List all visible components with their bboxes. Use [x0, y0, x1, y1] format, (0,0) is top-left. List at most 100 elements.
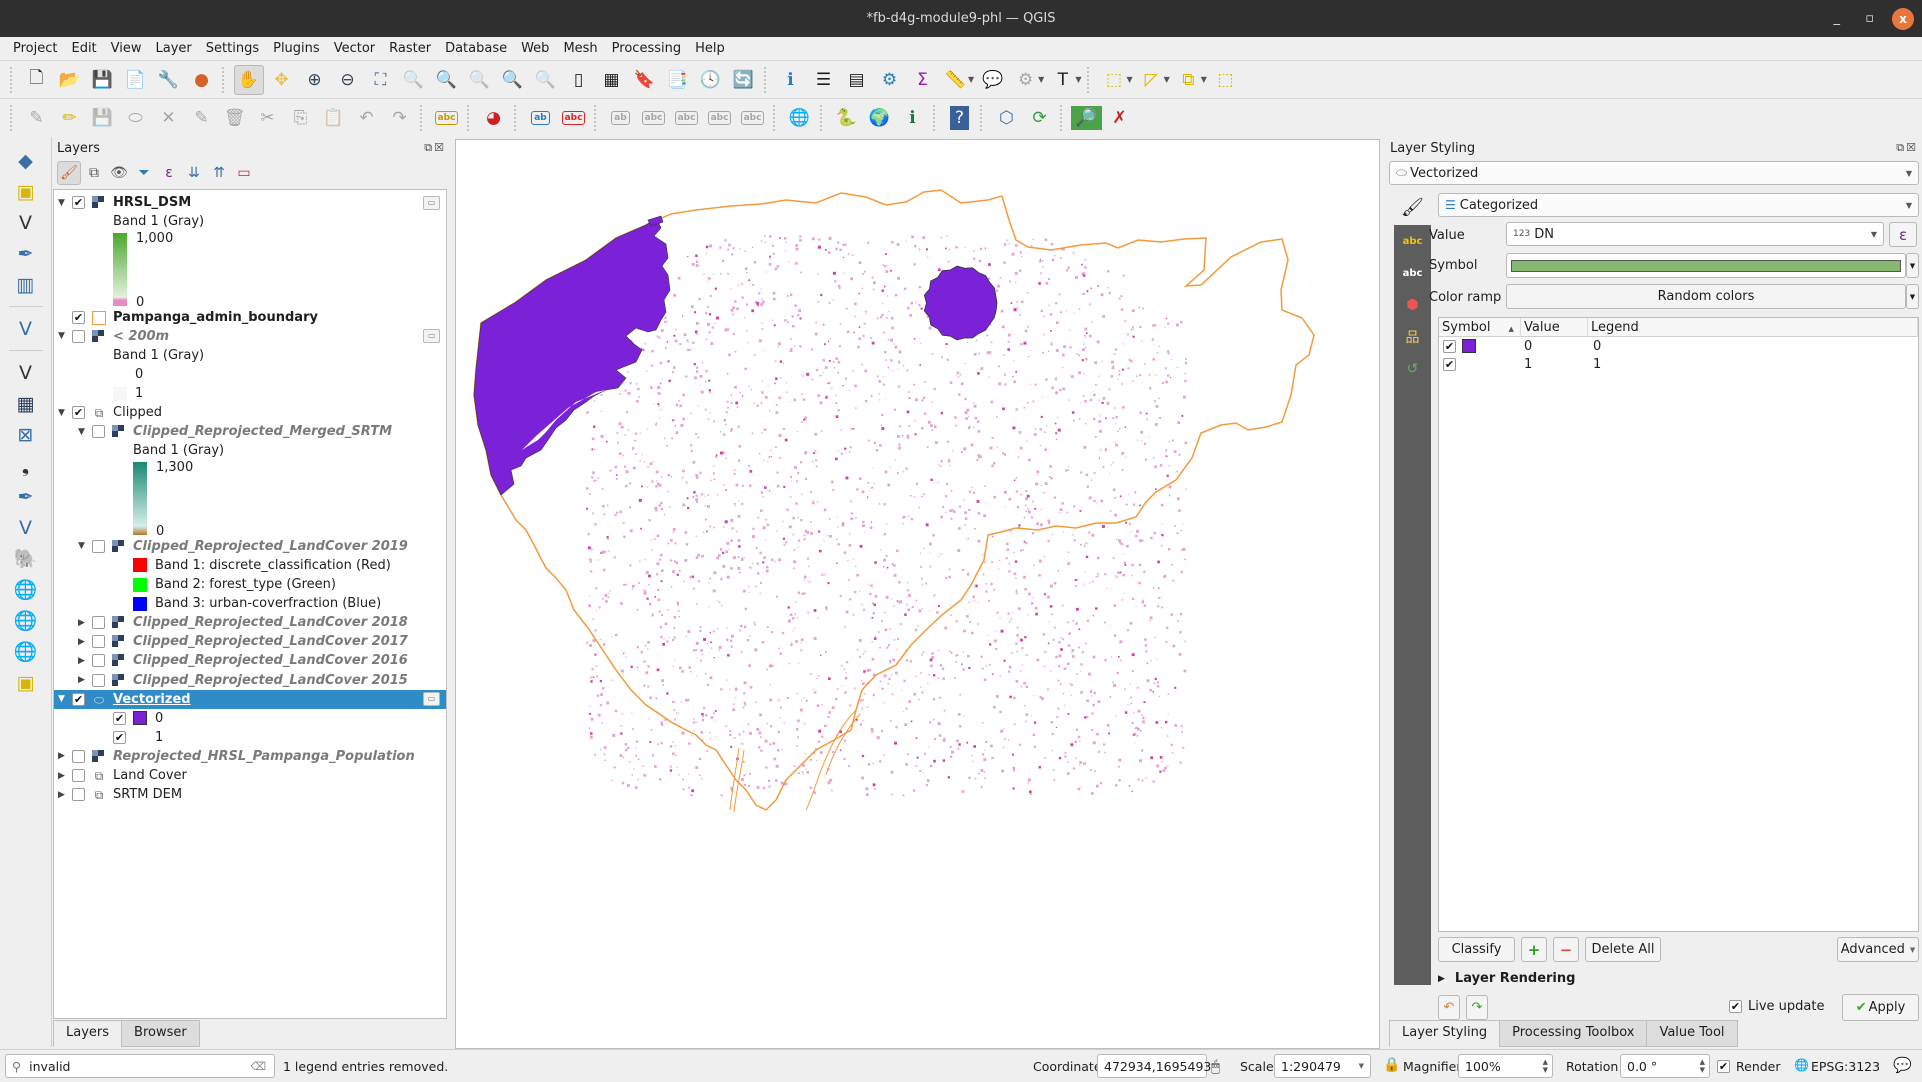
layer-name[interactable]: Clipped_Reprojected_LandCover 2017 [133, 634, 408, 649]
remove-category-button[interactable]: − [1553, 937, 1579, 962]
layer-visibility-checkbox[interactable] [92, 616, 105, 629]
category-row[interactable]: ✔00 [1439, 337, 1918, 355]
layer-name[interactable]: Vectorized [113, 692, 191, 707]
3d-view-tab-icon[interactable]: ⬢ [1394, 289, 1431, 321]
pan-to-selection-button[interactable]: ✥ [267, 65, 297, 95]
remove-layer-button[interactable]: ▭ [232, 161, 256, 185]
filter-legend-button[interactable]: ⏷ [132, 161, 156, 185]
select-by-expression-button[interactable]: ◸ [1136, 65, 1166, 95]
open-attribute-table-button[interactable]: ☰ [809, 65, 839, 95]
layer-name[interactable]: Pampanga_admin_boundary [113, 310, 318, 325]
layer-visibility-checkbox[interactable] [72, 330, 85, 343]
add-spatialite-button[interactable]: ✒ [9, 482, 43, 512]
statistical-summary-button[interactable]: ▤ [842, 65, 872, 95]
layer-visibility-checkbox[interactable] [92, 425, 105, 438]
run-feature-action-button[interactable]: ⚙ [1011, 65, 1041, 95]
collapse-arrow-icon[interactable]: ▼ [78, 541, 85, 551]
map-tips-button[interactable]: 💬 [978, 65, 1008, 95]
toggle-extents-icon[interactable]: 🖱 [1211, 1057, 1220, 1075]
add-xyz-button[interactable]: ▣ [9, 668, 43, 698]
tree-row-catrow[interactable]: ✔0 [54, 709, 446, 728]
add-wms-button[interactable]: 🌐 [9, 575, 43, 605]
collapse-arrow-icon[interactable]: ▼ [58, 198, 65, 208]
tree-row-layer[interactable]: ▼Clipped_Reprojected_Merged_SRTM [54, 422, 446, 441]
layer-name[interactable]: Clipped [113, 405, 162, 420]
menu-view[interactable]: View [104, 41, 149, 56]
toolbox-button[interactable]: ⚙ [875, 65, 905, 95]
zoom-next-button[interactable]: 🔍 [531, 65, 561, 95]
select-features-button[interactable]: ⬚ [1099, 65, 1129, 95]
tree-row-layer[interactable]: ▶Reprojected_HRSL_Pampanga_Population [54, 747, 446, 766]
add-delimited-text-button[interactable]: ❟ [9, 451, 43, 481]
menu-edit[interactable]: Edit [64, 41, 103, 56]
layer-name[interactable]: Land Cover [113, 768, 187, 783]
spinner-icon[interactable]: ▲▼ [1700, 1058, 1705, 1074]
expand-arrow-icon[interactable]: ▶ [78, 675, 85, 685]
category-visibility-checkbox[interactable]: ✔ [113, 712, 126, 725]
python-console-button[interactable]: 🐍 [832, 103, 862, 133]
new-virtual-vector-button[interactable]: V [9, 314, 43, 344]
dropdown-arrow-icon[interactable]: ▼ [968, 75, 974, 84]
color-ramp-button[interactable]: Random colors [1506, 284, 1906, 309]
deselect-features-button[interactable]: ⧉ [1173, 65, 1203, 95]
clear-icon[interactable]: ⌫ [250, 1060, 266, 1073]
rotate-label-button[interactable]: abc [672, 103, 702, 133]
pin-labels-button[interactable]: ab [526, 103, 556, 133]
new-project-button[interactable]: 🗋 [22, 65, 52, 95]
globe-button[interactable]: 🌍 [865, 103, 895, 133]
expand-arrow-icon[interactable]: ▶ [58, 771, 65, 781]
dropdown-arrow-icon[interactable]: ▼ [1201, 75, 1207, 84]
embedded-widget-icon[interactable]: ▭ [423, 196, 440, 210]
refresh-table-button[interactable]: ⟳ [1025, 103, 1055, 133]
advanced-button[interactable]: Advanced▼ [1837, 937, 1919, 962]
add-wfs-button[interactable]: 🌐 [9, 637, 43, 667]
tab-value-tool[interactable]: Value Tool [1646, 1020, 1737, 1047]
zoom-native-button[interactable]: 🔍 [465, 65, 495, 95]
value-field-select[interactable]: 123 DN ▼ [1506, 222, 1884, 246]
add-group-button[interactable]: ⧉ [82, 161, 106, 185]
minimize-button[interactable]: _ [1834, 0, 1841, 37]
toolbar-handle[interactable] [10, 105, 16, 131]
georeferencer-button[interactable]: ✗ [1105, 103, 1135, 133]
add-postgis-button[interactable]: 🐘 [9, 544, 43, 574]
tree-row-layer[interactable]: ▶Clipped_Reprojected_LandCover 2015 [54, 671, 446, 690]
zoom-in-button[interactable]: ⊕ [300, 65, 330, 95]
render-checkbox[interactable]: ✔ [1717, 1060, 1730, 1073]
tree-row-layer[interactable]: ▼✔⬭Vectorized▭ [54, 690, 446, 709]
panel-float-close-icon[interactable]: ⧉☒ [1896, 141, 1918, 155]
coordinate-input[interactable]: 472934,1695493 [1097, 1054, 1207, 1078]
expand-arrow-icon[interactable]: ▶ [78, 637, 85, 647]
paste-features-button[interactable]: 📋 [319, 103, 349, 133]
categories-table[interactable]: Symbol▲ValueLegend✔00✔11 [1438, 317, 1919, 932]
zoom-full-button[interactable]: ⛶ [366, 65, 396, 95]
zoom-last-button[interactable]: 🔍 [498, 65, 528, 95]
dropdown-arrow-icon[interactable]: ▼ [1164, 75, 1170, 84]
layer-visibility-checkbox[interactable] [92, 540, 105, 553]
menu-processing[interactable]: Processing [605, 41, 688, 56]
undo-style-button[interactable]: ↶ [1438, 995, 1460, 1020]
close-button[interactable]: x [1892, 0, 1914, 37]
add-polygon-feature-button[interactable]: ⬭ [121, 103, 151, 133]
topology-checker-button[interactable]: ⬡ [992, 103, 1022, 133]
menu-web[interactable]: Web [514, 41, 556, 56]
diagrams-tab-icon[interactable]: 品 [1394, 321, 1431, 353]
style-manager-button[interactable]: ● [187, 65, 217, 95]
add-raster-layer-button[interactable]: ▦ [9, 389, 43, 419]
diagram-button[interactable]: ◕ [479, 103, 509, 133]
layer-visibility-checkbox[interactable]: ✔ [72, 406, 85, 419]
expand-all-button[interactable]: ⇊ [182, 161, 206, 185]
highlight-pinned-labels-button[interactable]: abc [559, 103, 589, 133]
layer-visibility-checkbox[interactable] [92, 654, 105, 667]
plugin-info-button[interactable]: ℹ [898, 103, 928, 133]
live-update-checkbox[interactable]: ✔ [1729, 1000, 1742, 1013]
labels-tab-icon[interactable]: abc [1394, 225, 1431, 257]
cut-features-button[interactable]: ✂ [253, 103, 283, 133]
new-geopackage-button[interactable]: ▣ [9, 177, 43, 207]
new-bookmark-button[interactable]: 🔖 [630, 65, 660, 95]
symbol-button[interactable] [1506, 253, 1906, 278]
maximize-button[interactable]: ▫ [1865, 0, 1874, 37]
layer-name[interactable]: Clipped_Reprojected_LandCover 2018 [133, 615, 408, 630]
layer-visibility-checkbox[interactable] [92, 674, 105, 687]
delete-selected-button[interactable]: 🗑 [220, 103, 250, 133]
category-visibility-checkbox[interactable]: ✔ [113, 731, 126, 744]
